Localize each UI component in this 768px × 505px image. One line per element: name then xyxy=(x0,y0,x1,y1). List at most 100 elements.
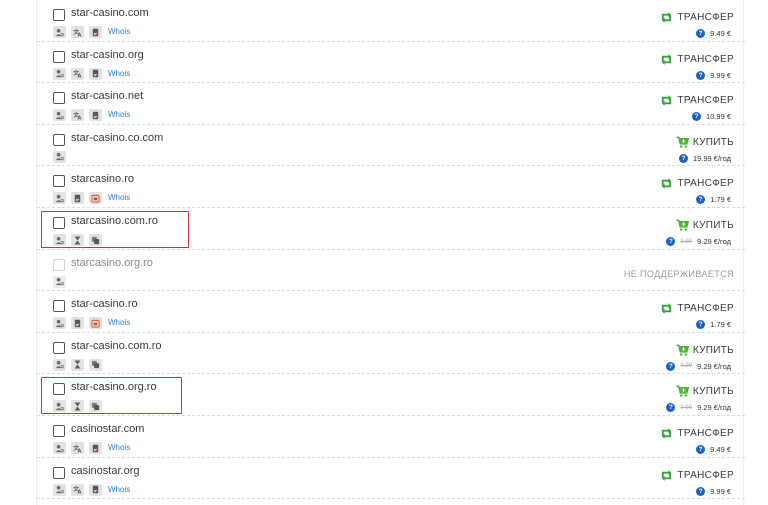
domain-badges: Whois xyxy=(53,192,130,205)
whois-link[interactable]: Whois xyxy=(108,26,130,38)
hourglass-icon xyxy=(71,358,84,371)
help-icon[interactable]: ? xyxy=(691,112,701,122)
transfer-icon xyxy=(662,12,672,23)
domain-price: ? 9.49 € xyxy=(696,28,731,39)
old-price: 9.99 xyxy=(680,238,693,245)
domain-checkbox xyxy=(53,258,65,271)
calendar-icon xyxy=(89,192,102,205)
user-icon xyxy=(53,442,66,454)
domain-price: ? 9.49 € xyxy=(696,444,731,455)
help-icon[interactable]: ? xyxy=(696,445,706,454)
highlight-box xyxy=(41,377,182,415)
action-label: ТРАНСФЕР xyxy=(677,53,734,65)
user-icon xyxy=(53,275,66,288)
document-icon xyxy=(89,483,102,496)
whois-link[interactable]: Whois xyxy=(108,109,130,121)
price-value: 9.29 €/год xyxy=(697,237,731,246)
domain-checkbox[interactable] xyxy=(53,341,65,354)
user-icon xyxy=(53,26,66,38)
help-icon[interactable]: ? xyxy=(696,320,706,330)
svg-text:A: A xyxy=(78,32,82,36)
price-value: 9.29 €/год xyxy=(697,403,731,413)
transfer-button[interactable]: ТРАНСФЕР xyxy=(660,177,734,190)
transfer-button[interactable]: ТРАНСФЕР xyxy=(660,53,734,66)
cart-icon xyxy=(676,386,689,398)
domain-row: casinostar.com 文 A Whois ТРАНСФЕР? 9.49 € xyxy=(37,416,745,458)
help-icon[interactable]: ? xyxy=(696,486,706,496)
user-icon xyxy=(53,358,66,371)
price-value: 10.99 € xyxy=(705,112,731,122)
transfer-icon xyxy=(662,53,672,65)
user-icon xyxy=(53,317,66,330)
domain-name: star-casino.net xyxy=(71,90,144,103)
whois-link[interactable]: Whois xyxy=(108,442,130,454)
domain-checkbox[interactable] xyxy=(53,425,65,437)
user-icon xyxy=(53,192,66,205)
domain-row: casinostar.org 文 A Whois ТРАНСФЕР ? 9.99 € xyxy=(37,458,745,500)
whois-link[interactable]: Whois xyxy=(108,192,130,204)
transfer-button[interactable]: ТРАНСФЕР xyxy=(660,469,734,482)
domain-name: starcasino.org.ro xyxy=(71,256,153,269)
translate-icon: 文A xyxy=(71,442,84,454)
domain-checkbox[interactable] xyxy=(53,175,65,188)
transfer-button[interactable]: ТРАНСФЕР xyxy=(660,427,734,440)
transfer-icon xyxy=(662,469,672,481)
domain-row: star-casino.com.ro КУПИТЬ? 9.99 9.29 €/год xyxy=(37,333,745,375)
domain-price: ? 1.79 € xyxy=(696,319,731,330)
domain-checkbox[interactable] xyxy=(53,92,65,105)
transfer-button[interactable]: ТРАНСФЕР xyxy=(660,11,734,24)
whois-link[interactable]: Whois xyxy=(108,484,130,496)
price-value: 9.49 € xyxy=(710,29,731,38)
user-icon xyxy=(53,150,66,163)
buy-button[interactable]: КУПИТЬ xyxy=(676,219,734,232)
domain-price: ? 9.99 9.29 €/год xyxy=(666,361,731,372)
domain-name: star-casino.co.com xyxy=(71,131,164,144)
help-icon[interactable]: ? xyxy=(666,361,676,371)
price-value: 1.79 € xyxy=(710,320,731,330)
buy-button[interactable]: КУПИТЬ xyxy=(676,344,734,357)
buy-button[interactable]: КУПИТЬ xyxy=(676,136,734,149)
domain-row: star-casino.co.com КУПИТЬ? 19.99 €/год xyxy=(37,125,745,167)
old-price: 9.99 xyxy=(680,363,693,370)
domain-checkbox[interactable] xyxy=(53,50,65,63)
domain-name: star-casino.ro xyxy=(71,298,138,311)
domain-name: starcasino.ro xyxy=(71,173,134,186)
domain-badges: 文 A Whois xyxy=(53,67,130,80)
domain-row: star-casino.ro Whois ТРАНСФЕР? 1.79 € xyxy=(37,291,745,333)
help-icon[interactable]: ? xyxy=(696,29,706,38)
old-price: 9.99 xyxy=(680,404,693,411)
translate-icon: 文A xyxy=(71,483,84,496)
help-icon[interactable]: ? xyxy=(696,195,706,205)
domain-badges xyxy=(53,150,71,163)
domain-name: casinostar.com xyxy=(71,423,145,435)
document-icon xyxy=(89,26,102,38)
domain-price: ? 10.99 € xyxy=(691,111,731,122)
price-value: 19.99 €/год xyxy=(692,153,731,163)
domain-price: ? 9.99 € xyxy=(696,486,731,497)
domain-checkbox[interactable] xyxy=(53,466,65,479)
action-label: ТРАНСФЕР xyxy=(677,303,734,315)
cart-icon xyxy=(676,219,689,231)
buy-button[interactable]: КУПИТЬ xyxy=(676,385,734,398)
domain-price: ? 1.79 € xyxy=(696,194,731,205)
domain-checkbox[interactable] xyxy=(53,9,65,21)
whois-link[interactable]: Whois xyxy=(108,68,130,80)
help-icon[interactable]: ? xyxy=(666,237,676,246)
domain-results-list: star-casino.com 文 A Whois ТРАНСФЕР? 9.49 € sta… xyxy=(36,0,745,505)
help-icon[interactable]: ? xyxy=(696,70,706,80)
action-label: КУПИТЬ xyxy=(692,136,734,148)
domain-checkbox[interactable] xyxy=(53,300,65,313)
domain-checkbox[interactable] xyxy=(53,133,65,146)
whois-link[interactable]: Whois xyxy=(108,317,130,329)
transfer-button[interactable]: ТРАНСФЕР xyxy=(660,94,734,107)
help-icon[interactable]: ? xyxy=(678,153,688,163)
domain-row: star-casino.org 文 A Whois ТРАНСФЕР? 9.99 € xyxy=(37,42,745,84)
action-label: КУПИТЬ xyxy=(692,220,734,231)
user-icon xyxy=(53,67,66,80)
transfer-button[interactable]: ТРАНСФЕР xyxy=(660,302,734,315)
domain-badges: 文 A Whois xyxy=(53,109,130,122)
help-icon[interactable]: ? xyxy=(666,403,676,413)
domain-name: casinostar.org xyxy=(71,464,140,477)
transfer-icon xyxy=(662,303,672,315)
price-value: 9.49 € xyxy=(710,445,731,454)
